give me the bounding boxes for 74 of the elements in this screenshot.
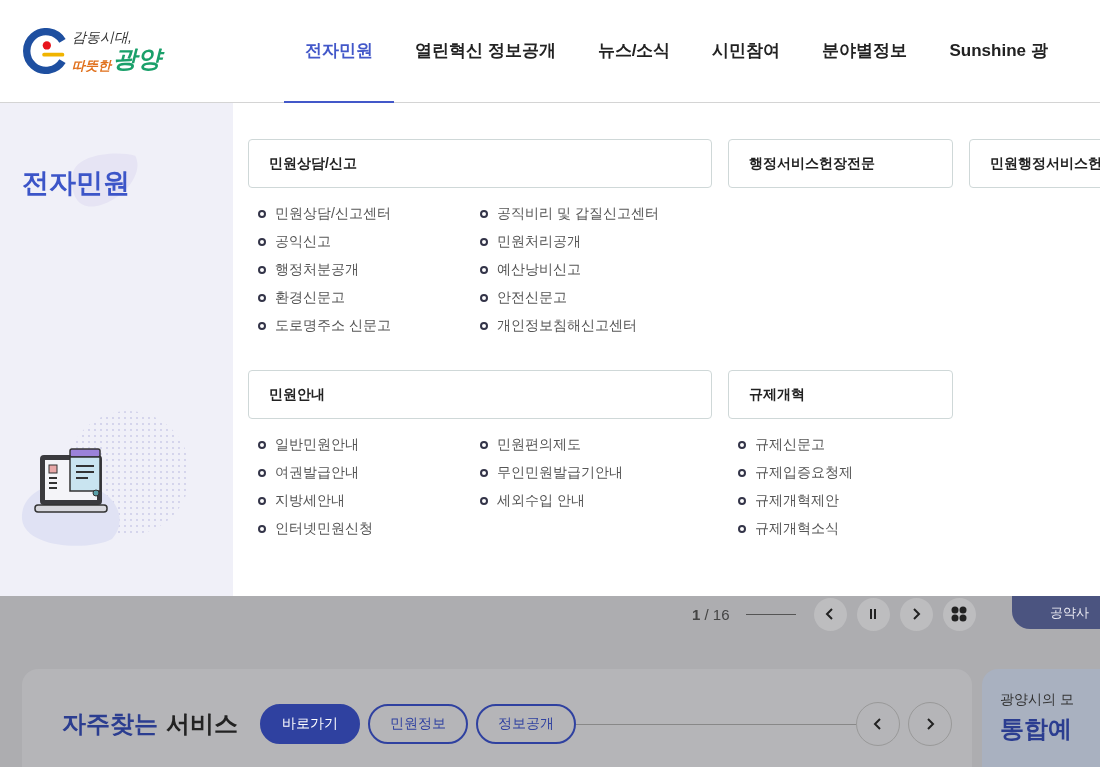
- bullet-icon: [258, 294, 266, 302]
- bullet-icon: [258, 322, 266, 330]
- menu-link[interactable]: 세외수입 안내: [497, 492, 585, 510]
- menu-link[interactable]: 민원처리공개: [497, 233, 581, 251]
- card-heading: 통합예: [1000, 714, 1073, 744]
- section-title: 서비스: [166, 709, 238, 739]
- logo-slogan: 감동시대,: [72, 28, 132, 45]
- bullet-icon: [738, 525, 746, 533]
- menu-title: 전자민원: [22, 167, 130, 200]
- menu-link[interactable]: 일반민원안내: [275, 436, 359, 454]
- bullet-icon: [258, 210, 266, 218]
- menu-link[interactable]: 개인정보침해신고센터: [497, 317, 637, 335]
- bullet-icon: [480, 497, 488, 505]
- menu-link[interactable]: 규제개혁제안: [755, 492, 839, 510]
- logo-slogan-warm: 따뜻한: [72, 58, 111, 74]
- bullet-icon: [480, 210, 488, 218]
- four-dots-icon: [951, 606, 968, 622]
- menu-link[interactable]: 여권발급안내: [275, 464, 359, 482]
- slide-counter: 1 / 16: [692, 605, 730, 623]
- previous-button[interactable]: [813, 597, 847, 631]
- bullet-icon: [480, 266, 488, 274]
- menu-link[interactable]: 무인민원발급기안내: [497, 464, 623, 482]
- menu-link[interactable]: 예산낭비신고: [497, 261, 581, 279]
- section-title-accent: 자주찾는: [62, 709, 158, 739]
- menu-link[interactable]: 환경신문고: [275, 289, 345, 307]
- bullet-icon: [258, 469, 266, 477]
- bullet-icon: [258, 238, 266, 246]
- service-tab[interactable]: 정보공개: [476, 704, 576, 744]
- pause-button[interactable]: [856, 597, 890, 631]
- service-tab[interactable]: 바로가기: [260, 704, 360, 744]
- menu-link[interactable]: 공직비리 및 갑질신고센터: [497, 205, 659, 223]
- menu-link[interactable]: 규제개혁소식: [755, 520, 839, 538]
- menu-link[interactable]: 민원편의제도: [497, 436, 581, 454]
- service-tab[interactable]: 민원정보: [368, 704, 468, 744]
- menu-section-header[interactable]: 민원상담/신고: [248, 139, 712, 188]
- menu-section-header[interactable]: 민원안내: [248, 370, 712, 419]
- menu-link[interactable]: 인터넷민원신청: [275, 520, 373, 538]
- menu-section-header[interactable]: 행정서비스헌장전문: [728, 139, 953, 188]
- logo-icon: [22, 28, 68, 74]
- bullet-icon: [738, 469, 746, 477]
- menu-link[interactable]: 행정처분공개: [275, 261, 359, 279]
- chevron-right-icon: [910, 608, 923, 620]
- grid-view-button[interactable]: [942, 597, 976, 631]
- nav-menu-item[interactable]: 뉴스/소식: [576, 0, 692, 103]
- nav-menu-item[interactable]: 열린혁신 정보공개: [394, 0, 577, 103]
- bullet-icon: [480, 469, 488, 477]
- bullet-icon: [258, 497, 266, 505]
- nav-menu-item[interactable]: Sunshine 광: [928, 0, 1069, 103]
- menu-link[interactable]: 도로명주소 신문고: [275, 317, 391, 335]
- pledge-button[interactable]: 공약사: [1012, 596, 1100, 629]
- menu-link[interactable]: 지방세안내: [275, 492, 345, 510]
- bullet-icon: [480, 238, 488, 246]
- menu-section-header[interactable]: 규제개혁: [728, 370, 953, 419]
- card-caption: 광양시의 모: [1000, 691, 1075, 709]
- menu-link[interactable]: 민원상담/신고센터: [275, 205, 391, 223]
- menu-section-header[interactable]: 민원행정서비스헌: [969, 139, 1100, 188]
- menu-link[interactable]: 규제신문고: [755, 436, 825, 454]
- menu-link[interactable]: 공익신고: [275, 233, 331, 251]
- bullet-icon: [258, 525, 266, 533]
- menu-link[interactable]: 안전신문고: [497, 289, 567, 307]
- menu-link[interactable]: 규제입증요청제: [755, 464, 853, 482]
- nav-menu-item[interactable]: 분야별정보: [801, 0, 929, 103]
- bullet-icon: [738, 441, 746, 449]
- chevron-left-icon: [872, 718, 884, 730]
- bullet-icon: [480, 294, 488, 302]
- bullet-icon: [480, 441, 488, 449]
- bullet-icon: [258, 266, 266, 274]
- bullet-icon: [738, 497, 746, 505]
- bullet-icon: [258, 441, 266, 449]
- next-button[interactable]: [899, 597, 933, 631]
- nav-menu-item[interactable]: 시민참여: [691, 0, 802, 103]
- logo-city-name: 광양: [113, 44, 164, 74]
- bullet-icon: [480, 322, 488, 330]
- chevron-right-icon: [924, 718, 936, 730]
